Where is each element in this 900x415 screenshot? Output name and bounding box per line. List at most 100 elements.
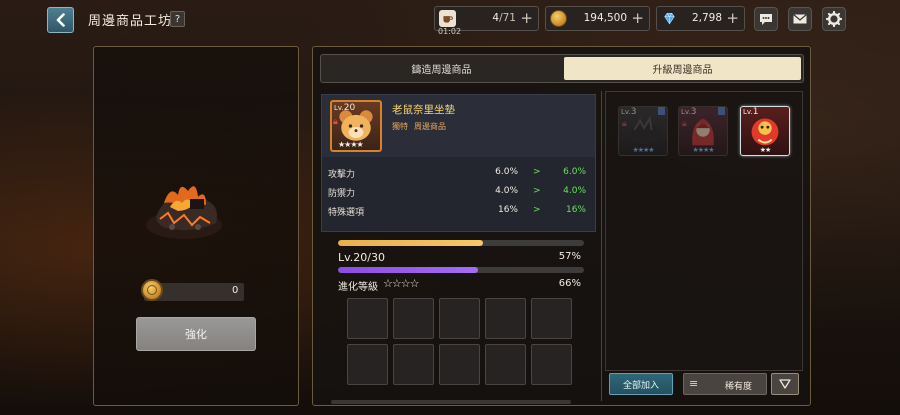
stat-label: 防禦力	[328, 189, 356, 199]
stat-arrow: >	[533, 186, 541, 196]
stat-next: 16%	[565, 205, 586, 215]
material-slot[interactable]	[347, 298, 388, 339]
add-gold-button[interactable]: +	[631, 10, 644, 27]
gold-coin-icon	[550, 10, 567, 27]
gem-value: 2,798	[691, 12, 722, 24]
level-label: Lv.20/30	[338, 251, 385, 264]
material-slot[interactable]	[485, 298, 526, 339]
workshop-panel: 鑄造周邊商品 升級周邊商品 Lv.20 🔒︎ ★★★★ 老鼠奈里坐墊 獨特 周邊商…	[312, 46, 811, 406]
enhance-button[interactable]: 強化	[136, 317, 256, 351]
exp-progress-fill	[338, 240, 484, 246]
enhance-cost: 0	[232, 285, 239, 296]
material-slot[interactable]	[393, 298, 434, 339]
gem-counter: 2,798 +	[656, 6, 745, 31]
tab-craft[interactable]: 鑄造周邊商品	[323, 57, 560, 80]
tab-bar: 鑄造周邊商品 升級周邊商品	[320, 54, 804, 83]
evolution-percent: 66%	[558, 278, 581, 289]
pet-preview-figure	[146, 186, 222, 239]
mail-button[interactable]	[788, 7, 812, 31]
help-button[interactable]: ?	[170, 11, 185, 27]
inventory-panel: Lv.3 🔒︎ ★★★★ Lv.3 🔒︎ ★★★★ Lv.1 ★★	[605, 91, 803, 371]
item-name: 老鼠奈里坐墊	[392, 104, 455, 116]
chat-bubble-icon	[760, 14, 772, 25]
add-all-button[interactable]: 全部加入	[609, 373, 673, 395]
item-type-tag: 周邊商品	[414, 122, 446, 131]
back-button[interactable]	[47, 7, 74, 33]
add-gems-button[interactable]: +	[726, 10, 739, 27]
divider	[601, 91, 602, 401]
level-progress-fill	[338, 267, 479, 273]
stat-label: 攻擊力	[328, 170, 356, 180]
inventory-stars: ★★★★	[692, 146, 714, 154]
material-slot[interactable]	[347, 344, 388, 385]
add-stamina-button[interactable]: +	[520, 10, 533, 27]
stat-arrow: >	[533, 205, 541, 215]
filter-button[interactable]	[771, 373, 799, 395]
lock-icon: 🔒︎	[333, 117, 338, 127]
material-slot[interactable]	[531, 344, 572, 385]
chat-button[interactable]	[754, 7, 778, 31]
sort-label: 稀有度	[724, 382, 752, 392]
item-detail-card: Lv.20 🔒︎ ★★★★ 老鼠奈里坐墊 獨特 周邊商品 攻擊力 6.0% > 6…	[321, 94, 596, 232]
material-slot-grid	[347, 298, 575, 388]
inventory-item[interactable]: Lv.1 ★★	[740, 106, 790, 156]
level-progress-bar	[338, 267, 584, 273]
evolution-stars: ☆☆☆☆	[383, 277, 419, 290]
bookmark-icon	[718, 107, 725, 115]
exp-progress-bar	[338, 240, 584, 246]
level-percent: 57%	[558, 251, 581, 262]
bookmark-icon	[658, 107, 665, 115]
material-slot[interactable]	[439, 344, 480, 385]
item-stars: ★★★★	[338, 140, 364, 149]
stat-next: 4.0%	[563, 186, 586, 196]
lock-icon: 🔒︎	[682, 119, 687, 129]
item-rarity-tag: 獨特	[392, 122, 408, 131]
material-slot[interactable]	[485, 344, 526, 385]
stat-current: 16%	[497, 205, 518, 215]
horizontal-scrollbar[interactable]	[331, 400, 571, 404]
stat-current: 6.0%	[495, 167, 518, 177]
gold-coin-icon	[141, 279, 163, 301]
stat-row-attack: 攻擊力 6.0% > 6.0%	[328, 167, 590, 183]
evolution-label: 進化等級	[338, 282, 378, 293]
stat-current: 4.0%	[495, 186, 518, 196]
inventory-level-prefix: Lv.	[743, 108, 753, 116]
inventory-level-prefix: Lv.	[621, 108, 631, 116]
inventory-level: 1	[752, 107, 759, 117]
inventory-stars: ★★	[759, 146, 772, 154]
coffee-cup-icon	[439, 10, 456, 27]
preview-panel: 0 強化	[93, 46, 299, 406]
material-slot[interactable]	[439, 298, 480, 339]
sort-rarity-button[interactable]: ≡ 稀有度	[683, 373, 767, 395]
inventory-item[interactable]: Lv.3 🔒︎ ★★★★	[618, 106, 668, 156]
item-tags: 獨特 周邊商品	[392, 121, 452, 132]
material-slot[interactable]	[531, 298, 572, 339]
inventory-stars: ★★★★	[632, 146, 654, 154]
stat-row-defense: 防禦力 4.0% > 4.0%	[328, 186, 590, 202]
inventory-level: 3	[630, 107, 637, 117]
stat-arrow: >	[533, 167, 541, 177]
inventory-level-prefix: Lv.	[681, 108, 691, 116]
diamond-icon	[661, 10, 678, 27]
tab-upgrade[interactable]: 升級周邊商品	[564, 57, 801, 80]
mail-icon	[793, 14, 807, 24]
gold-counter: 194,500 +	[545, 6, 650, 31]
inventory-item[interactable]: Lv.3 🔒︎ ★★★★	[678, 106, 728, 156]
item-level: 20	[343, 103, 356, 113]
page-title: 周邊商品工坊	[88, 14, 173, 29]
item-level-prefix: Lv.	[334, 104, 344, 112]
settings-button[interactable]	[822, 7, 846, 31]
triangle-down-icon	[779, 379, 791, 389]
item-thumbnail: Lv.20 🔒︎ ★★★★	[330, 100, 382, 152]
gear-icon	[826, 11, 842, 27]
lock-icon: 🔒︎	[622, 119, 627, 129]
stat-next: 6.0%	[563, 167, 586, 177]
stamina-max: /71	[499, 12, 516, 24]
chevron-left-icon	[56, 13, 65, 27]
material-slot[interactable]	[393, 344, 434, 385]
stat-label: 特殊選項	[328, 208, 365, 218]
stamina-timer: 01:02	[438, 27, 462, 36]
gold-value: 194,500	[583, 12, 627, 24]
stat-row-special: 特殊選項 16% > 16%	[328, 205, 590, 221]
inventory-level: 3	[690, 107, 697, 117]
